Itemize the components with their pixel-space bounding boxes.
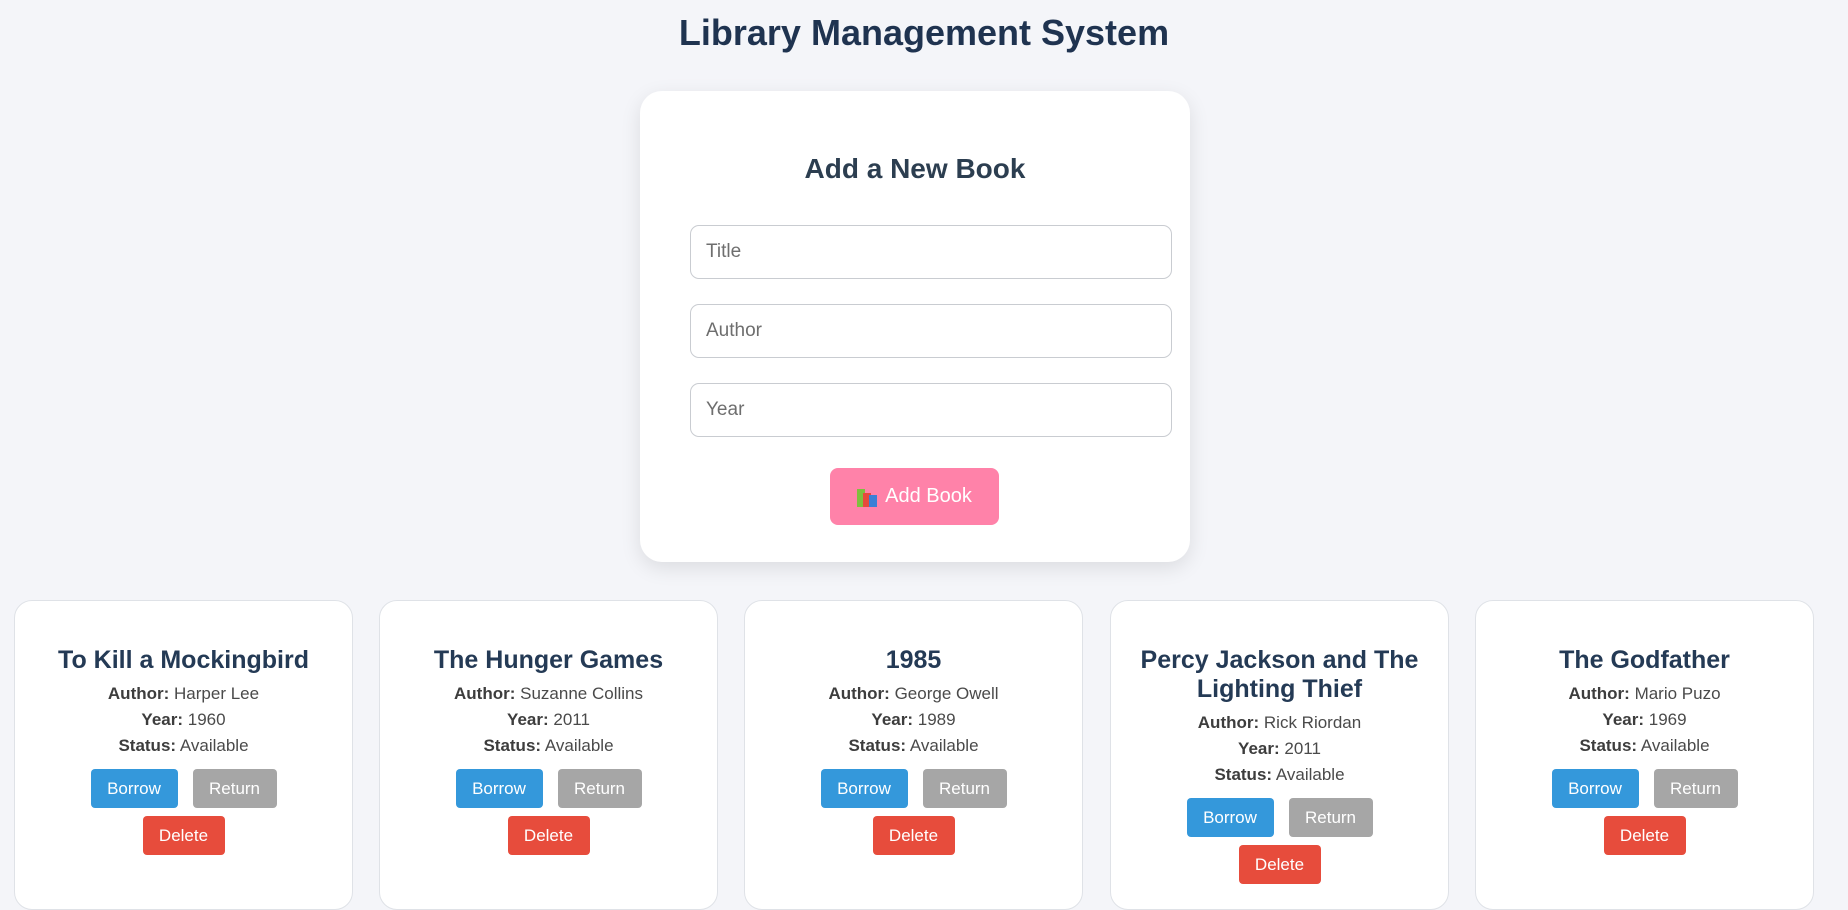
book-list: To Kill a Mockingbird Author: Harper Lee… xyxy=(0,600,1848,910)
return-button[interactable]: Return xyxy=(1653,769,1738,808)
form-title: Add a New Book xyxy=(804,153,1026,184)
borrow-button[interactable]: Borrow xyxy=(1186,798,1274,837)
return-button[interactable]: Return xyxy=(1288,798,1373,837)
book-status: Status: Available xyxy=(118,736,249,755)
book-author: Author: Rick Riordan xyxy=(1197,713,1362,732)
delete-button[interactable]: Delete xyxy=(507,816,590,855)
book-card: To Kill a Mockingbird Author: Harper Lee… xyxy=(14,600,353,910)
author-input[interactable] xyxy=(690,304,1172,358)
add-book-button[interactable]: Add Book xyxy=(830,468,999,525)
book-year: Year: 1960 xyxy=(141,710,226,729)
borrow-button[interactable]: Borrow xyxy=(820,769,908,808)
book-year: Year: 1969 xyxy=(1602,710,1687,729)
title-input[interactable] xyxy=(690,225,1172,279)
book-title: The Hunger Games xyxy=(433,646,664,674)
delete-button[interactable]: Delete xyxy=(872,816,955,855)
borrow-button[interactable]: Borrow xyxy=(1551,769,1639,808)
book-title: 1985 xyxy=(885,646,942,674)
return-button[interactable]: Return xyxy=(557,769,642,808)
book-title: The Godfather xyxy=(1559,646,1730,674)
delete-button[interactable]: Delete xyxy=(1238,845,1321,884)
book-author: Author: Harper Lee xyxy=(107,684,260,703)
book-card: 1985 Author: George Owell Year: 1989 Sta… xyxy=(744,600,1083,910)
borrow-button[interactable]: Borrow xyxy=(90,769,178,808)
book-author: Author: Mario Puzo xyxy=(1568,684,1721,703)
add-book-form: Add a New Book Add Book xyxy=(640,91,1190,562)
book-status: Status: Available xyxy=(1579,736,1710,755)
book-card: The Godfather Author: Mario Puzo Year: 1… xyxy=(1475,600,1814,910)
return-button[interactable]: Return xyxy=(922,769,1007,808)
book-card: The Hunger Games Author: Suzanne Collins… xyxy=(379,600,718,910)
page-title: Library Management System xyxy=(678,12,1170,53)
delete-button[interactable]: Delete xyxy=(142,816,225,855)
book-status: Status: Available xyxy=(1214,765,1345,784)
year-input[interactable] xyxy=(690,383,1172,437)
book-status: Status: Available xyxy=(848,736,979,755)
book-status: Status: Available xyxy=(483,736,614,755)
book-author: Author: Suzanne Collins xyxy=(454,684,643,703)
book-title: To Kill a Mockingbird xyxy=(58,646,309,674)
return-button[interactable]: Return xyxy=(192,769,277,808)
add-book-label: Add Book xyxy=(885,485,972,507)
borrow-button[interactable]: Borrow xyxy=(455,769,543,808)
book-title: Percy Jackson and The Lighting Thief xyxy=(1140,646,1419,703)
book-author: Author: George Owell xyxy=(828,684,999,703)
book-year: Year: 2011 xyxy=(1238,739,1321,758)
book-year: Year: 1989 xyxy=(871,710,956,729)
books-icon xyxy=(857,487,879,507)
book-year: Year: 2011 xyxy=(507,710,590,729)
delete-button[interactable]: Delete xyxy=(1603,816,1686,855)
book-card: Percy Jackson and The Lighting Thief Aut… xyxy=(1110,600,1449,910)
